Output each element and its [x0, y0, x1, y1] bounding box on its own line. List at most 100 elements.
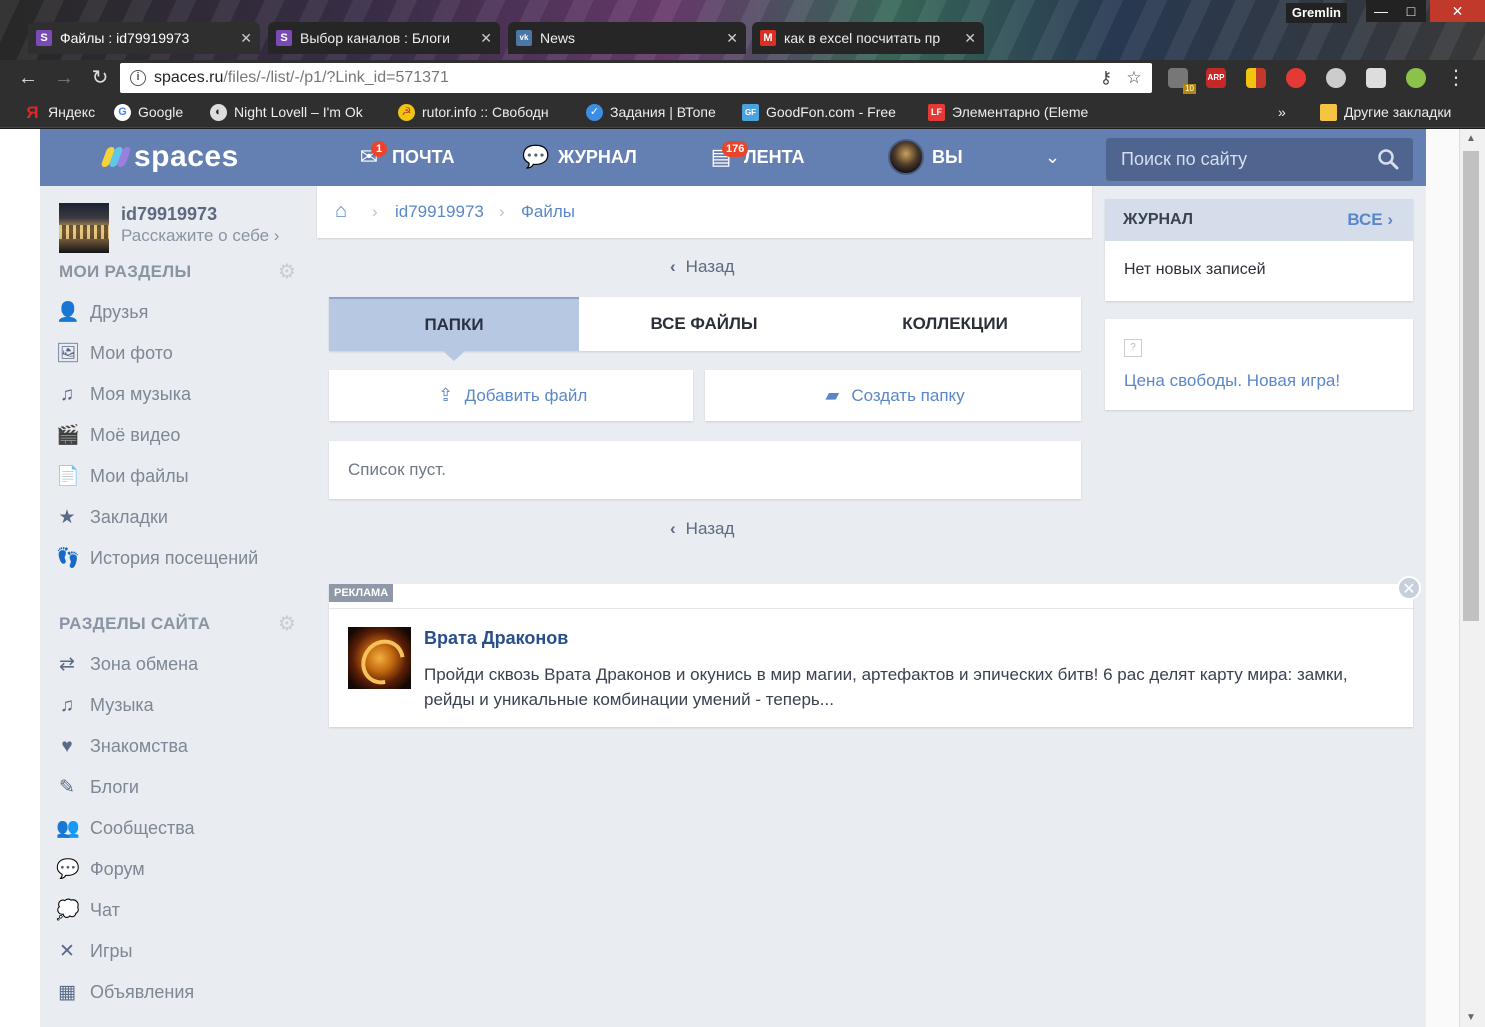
extension-target-icon[interactable] — [1286, 68, 1306, 88]
profile-about-link[interactable]: Расскажите о себе › — [121, 226, 279, 246]
back-link-top[interactable]: ‹ Назад — [670, 257, 734, 277]
nav-you[interactable]: ВЫ — [888, 129, 963, 186]
extension-arp-icon[interactable]: ARP — [1206, 68, 1226, 88]
sidebar-item-music[interactable]: ♫ Моя музыка — [40, 374, 316, 415]
sidebar-item-files[interactable]: 📄 Мои файлы — [40, 456, 316, 497]
nav-journal[interactable]: 💬 ЖУРНАЛ — [522, 129, 637, 186]
scrollbar-thumb[interactable] — [1463, 151, 1479, 621]
breadcrumb-current[interactable]: Файлы — [521, 186, 575, 238]
nav-label: ЛЕНТА — [744, 147, 805, 167]
extension-cube-icon[interactable] — [1366, 68, 1386, 88]
maximize-button[interactable]: □ — [1396, 0, 1426, 22]
ad-description[interactable]: Пройди сквозь Врата Драконов и окунись в… — [424, 662, 1394, 712]
vertical-scrollbar[interactable]: ▲ ▼ — [1459, 129, 1485, 1027]
spaces-logo[interactable]: spaces — [100, 141, 239, 173]
bookmark-elementary[interactable]: LF Элементарно (Eleme — [926, 96, 1096, 128]
gear-icon[interactable]: ⚙ — [278, 614, 298, 634]
promo-widget: ? Цена свободы. Новая игра! — [1105, 319, 1413, 410]
avatar — [888, 139, 924, 175]
gear-icon[interactable]: ⚙ — [278, 262, 298, 282]
search-icon[interactable] — [1377, 148, 1399, 170]
sidebar-item-history[interactable]: 👣 История посещений — [40, 538, 316, 579]
profile-avatar[interactable] — [59, 203, 109, 253]
sidebar-item-label: Объявления — [90, 982, 195, 1002]
bookmark-goodfon[interactable]: GF GoodFon.com - Free — [740, 96, 906, 128]
bookmarks-overflow-icon[interactable]: » — [1278, 96, 1294, 128]
tab-close-icon[interactable]: ✕ — [480, 22, 492, 54]
window-close-button[interactable]: ✕ — [1430, 0, 1485, 22]
scroll-up-icon[interactable]: ▲ — [1466, 133, 1476, 144]
browser-menu-icon[interactable]: ⋮ — [1444, 66, 1468, 90]
rutor-icon: ☭ — [398, 104, 415, 121]
bookmark-label: Google — [138, 104, 184, 120]
add-file-button[interactable]: ⇪ Добавить файл — [329, 370, 693, 421]
chevron-down-icon[interactable]: ⌄ — [1045, 147, 1060, 168]
journal-all-link[interactable]: ВСЕ › — [1347, 199, 1393, 241]
close-ad-icon[interactable]: ✕ — [1397, 576, 1421, 600]
bookmark-night-lovell[interactable]: ◐ Night Lovell – I'm Ok — [208, 96, 378, 128]
goodfon-icon: GF — [742, 104, 759, 121]
extension-globe-icon[interactable] — [1406, 68, 1426, 88]
address-bar[interactable]: i spaces.ru/files/-/list/-/p1/?Link_id=5… — [120, 63, 1152, 93]
browser-tab-excel[interactable]: M как в excel посчитать пр ✕ — [752, 22, 984, 54]
nav-label: ВЫ — [932, 147, 963, 167]
browser-tab-files[interactable]: S Файлы : id79919973 ✕ — [28, 22, 260, 54]
sidebar-item-games[interactable]: ✕ Игры — [40, 931, 316, 972]
key-icon[interactable]: ⚷ — [1094, 63, 1118, 93]
sidebar-item-chat[interactable]: 💭 Чат — [40, 890, 316, 931]
tab-close-icon[interactable]: ✕ — [240, 22, 252, 54]
home-icon[interactable]: ⌂ — [335, 201, 357, 221]
tab-close-icon[interactable]: ✕ — [964, 22, 976, 54]
minimize-button[interactable]: — — [1366, 0, 1396, 22]
site-header: spaces ✉ 1 ПОЧТА 💬 ЖУРНАЛ ▤ 176 ЛЕНТА ВЫ… — [40, 129, 1426, 186]
forward-arrow-icon[interactable]: → — [52, 66, 76, 90]
create-folder-button[interactable]: ▰ Создать папку — [705, 370, 1081, 421]
sidebar-item-friends[interactable]: 👤 Друзья — [40, 292, 316, 333]
bookmark-yandex[interactable]: Я Яндекс — [22, 96, 104, 128]
scroll-down-icon[interactable]: ▼ — [1466, 1012, 1476, 1023]
ad-title-link[interactable]: Врата Драконов — [424, 628, 568, 649]
nav-feed[interactable]: ▤ 176 ЛЕНТА — [708, 129, 805, 186]
tab-close-icon[interactable]: ✕ — [726, 22, 738, 54]
mail-count-badge: 1 — [371, 141, 387, 157]
tab-collections[interactable]: КОЛЛЕКЦИИ — [829, 297, 1081, 351]
sidebar-item-label: Игры — [90, 941, 133, 961]
browser-tab-news[interactable]: vk News ✕ — [508, 22, 746, 54]
sidebar-item-blogs[interactable]: ✎ Блоги — [40, 767, 316, 808]
tab-all-files[interactable]: ВСЕ ФАЙЛЫ — [579, 297, 829, 351]
back-link-bottom[interactable]: ‹ Назад — [670, 519, 734, 539]
sidebar-item-exchange[interactable]: ⇄ Зона обмена — [40, 644, 316, 685]
sidebar-item-site-music[interactable]: ♫ Музыка — [40, 685, 316, 726]
browser-tab-blogs[interactable]: S Выбор каналов : Блоги ✕ — [268, 22, 500, 54]
extension-flag-icon[interactable] — [1246, 68, 1266, 88]
sidebar-item-ads[interactable]: ▦ Объявления — [40, 972, 316, 1013]
ad-image[interactable] — [348, 627, 411, 689]
other-bookmarks-folder[interactable]: Другие закладки — [1318, 96, 1468, 128]
nav-mail[interactable]: ✉ 1 ПОЧТА — [356, 129, 454, 186]
breadcrumb-user-link[interactable]: id79919973 — [395, 186, 484, 238]
back-arrow-icon[interactable]: ← — [16, 66, 40, 90]
info-icon[interactable]: i — [130, 70, 146, 86]
sidebar-item-bookmarks[interactable]: ★ Закладки — [40, 497, 316, 538]
sidebar-item-forum[interactable]: 💬 Форум — [40, 849, 316, 890]
pen-icon: ✎ — [59, 777, 75, 798]
bookmark-rutor[interactable]: ☭ rutor.info :: Свободн — [396, 96, 566, 128]
star-icon: ★ — [58, 507, 76, 528]
bookmark-google[interactable]: G Google — [112, 96, 198, 128]
profile-name-badge[interactable]: Gremlin — [1285, 3, 1347, 23]
reload-icon[interactable]: ↻ — [88, 66, 112, 90]
sidebar-item-video[interactable]: 🎬 Моё видео — [40, 415, 316, 456]
site-search-input[interactable]: Поиск по сайту — [1106, 138, 1413, 181]
extension-users-icon[interactable]: 10 — [1168, 68, 1196, 94]
tab-folders[interactable]: ПАПКИ — [329, 297, 579, 361]
profile-name[interactable]: id79919973 — [121, 204, 217, 225]
bookmark-label: rutor.info :: Свободн — [422, 104, 549, 120]
bookmark-star-icon[interactable]: ☆ — [1122, 63, 1146, 93]
sidebar-item-dating[interactable]: ♥ Знакомства — [40, 726, 316, 767]
bookmark-vtope[interactable]: ✓ Задания | ВТопе — [584, 96, 724, 128]
journal-widget: ЖУРНАЛ ВСЕ › Нет новых записей — [1105, 199, 1413, 301]
extension-gear-icon[interactable] — [1326, 68, 1346, 88]
sidebar-item-photos[interactable]: 🖼 Мои фото — [40, 333, 316, 374]
promo-link[interactable]: Цена свободы. Новая игра! — [1124, 371, 1340, 391]
sidebar-item-communities[interactable]: 👥 Сообщества — [40, 808, 316, 849]
